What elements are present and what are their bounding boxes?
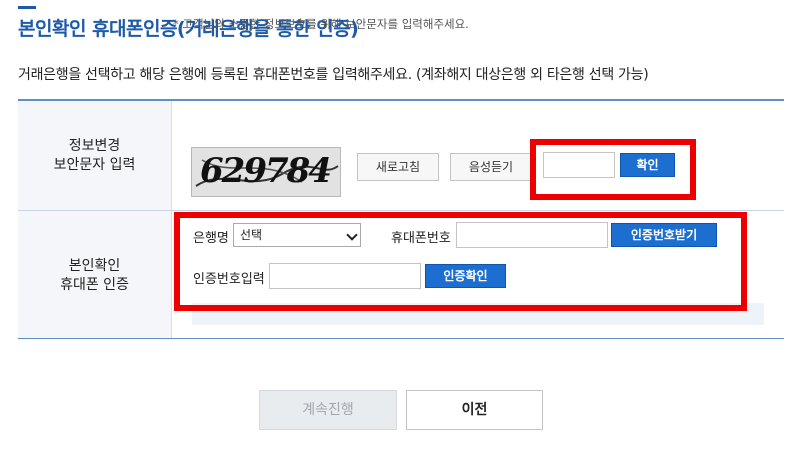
captcha-text: 629784 <box>200 151 332 191</box>
continue-button[interactable]: 계속진행 <box>259 390 397 430</box>
security-note: * 고객님의 소중한 정보보호를 위해 보안문자를 입력해주세요. <box>173 17 469 31</box>
row-divider <box>18 210 784 211</box>
title-accent-bar <box>18 6 36 9</box>
page-description: 거래은행을 선택하고 해당 은행에 등록된 휴대폰번호를 입력해주세요. (계좌… <box>18 67 649 83</box>
highlight-phone-auth-box <box>174 212 747 311</box>
captcha-image: 629784 <box>191 147 341 197</box>
audio-captcha-button[interactable]: 음성듣기 <box>450 153 532 181</box>
highlight-captcha-input-box <box>530 139 696 200</box>
phone-row-label-line1: 본인확인 <box>68 258 121 274</box>
previous-button[interactable]: 이전 <box>406 390 543 430</box>
refresh-captcha-button[interactable]: 새로고침 <box>357 153 439 181</box>
phone-row-label-line2: 휴대폰 인증 <box>60 277 129 293</box>
security-row-label-line2: 보안문자 입력 <box>53 157 136 173</box>
security-row-label-line1: 정보변경 <box>68 138 121 154</box>
